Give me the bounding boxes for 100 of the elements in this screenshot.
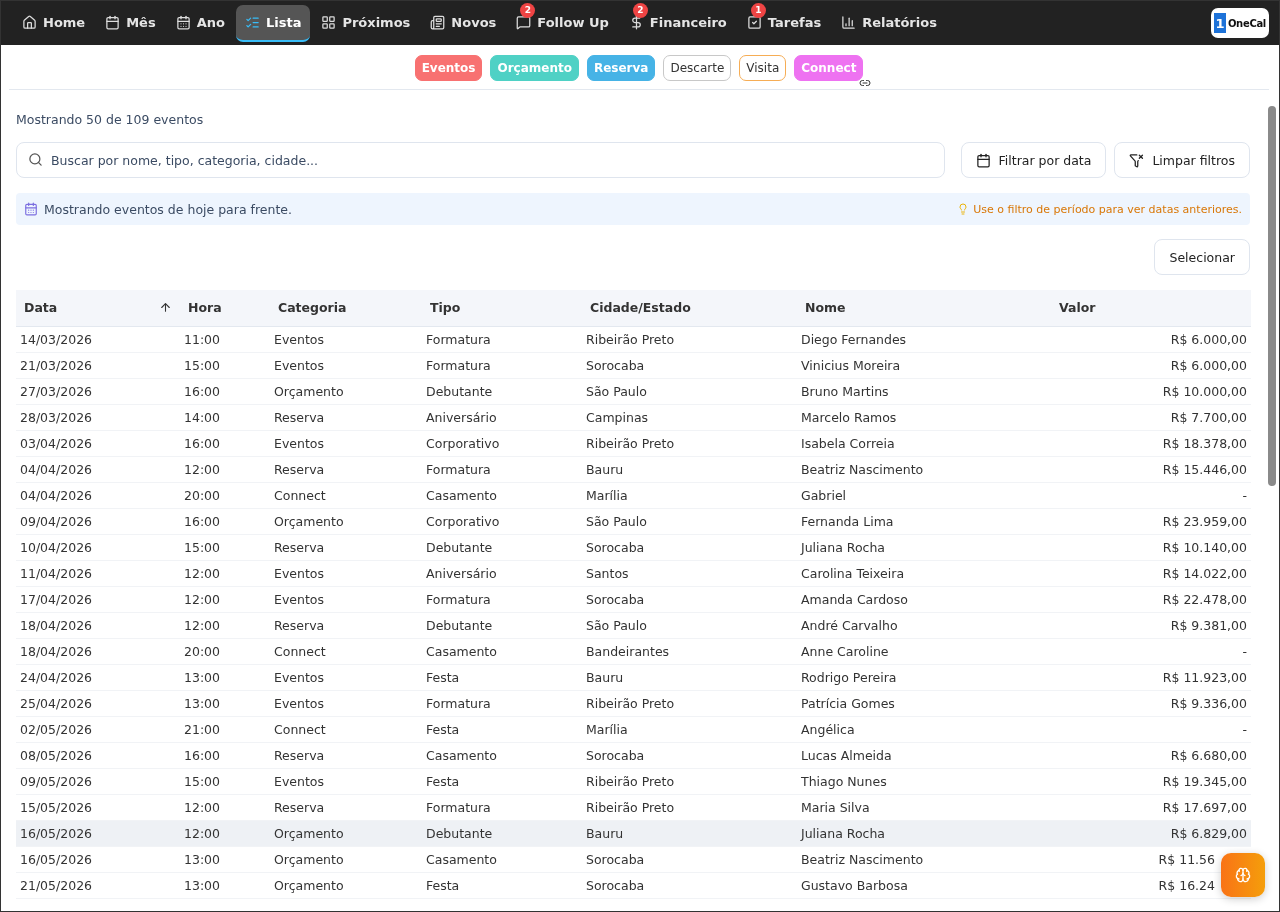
column-header[interactable]: Tipo bbox=[422, 290, 582, 326]
table-cell: R$ 17.697,00 bbox=[1051, 794, 1251, 820]
table-cell: Diego Fernandes bbox=[797, 326, 1051, 352]
table-cell: Reserva bbox=[270, 534, 422, 560]
assistant-button[interactable] bbox=[1221, 853, 1265, 897]
brain-icon bbox=[1235, 867, 1251, 883]
table-cell: Casamento bbox=[422, 846, 582, 872]
table-cell: Corporativo bbox=[422, 508, 582, 534]
nav-tab[interactable]: Lista bbox=[235, 4, 311, 42]
table-cell: Debutante bbox=[422, 534, 582, 560]
table-cell: 28/03/2026 bbox=[16, 404, 180, 430]
table-cell: Reserva bbox=[270, 742, 422, 768]
table-cell: R$ 6.680,00 bbox=[1051, 742, 1251, 768]
table-cell: 13:00 bbox=[180, 664, 270, 690]
table-cell: Debutante bbox=[422, 820, 582, 846]
column-header[interactable]: Hora bbox=[180, 290, 270, 326]
table-cell: Juliana Rocha bbox=[797, 820, 1051, 846]
table-cell: Eventos bbox=[270, 664, 422, 690]
table-cell: Festa bbox=[422, 768, 582, 794]
table-cell: Carolina Teixeira bbox=[797, 560, 1051, 586]
table-cell: Patrícia Gomes bbox=[797, 690, 1051, 716]
nav-tab[interactable]: Tarefas 1 bbox=[737, 4, 831, 42]
column-header[interactable]: Valor bbox=[1051, 290, 1251, 326]
clear-filters-button[interactable]: Limpar filtros bbox=[1114, 142, 1250, 178]
table-cell: Eventos bbox=[270, 326, 422, 352]
column-header[interactable]: Nome bbox=[797, 290, 1051, 326]
table-cell: 12:00 bbox=[180, 456, 270, 482]
table-cell: 12:00 bbox=[180, 612, 270, 638]
table-cell: 21:00 bbox=[180, 716, 270, 742]
column-header[interactable]: Data bbox=[16, 290, 180, 326]
nav-tab[interactable]: Relatórios bbox=[832, 4, 946, 42]
table-cell: 15:00 bbox=[180, 768, 270, 794]
table-cell: 12:00 bbox=[180, 794, 270, 820]
nav-tab[interactable]: Home bbox=[13, 4, 95, 42]
column-header[interactable]: Cidade/Estado bbox=[582, 290, 797, 326]
table-cell: 25/04/2026 bbox=[16, 690, 180, 716]
table-cell: R$ 7.700,00 bbox=[1051, 404, 1251, 430]
table-cell: Formatura bbox=[422, 456, 582, 482]
nav-tab[interactable]: Ano bbox=[166, 4, 234, 42]
checkbox-icon bbox=[746, 14, 762, 30]
table-cell: Reserva bbox=[270, 456, 422, 482]
lightbulb-icon bbox=[957, 203, 970, 215]
table-cell: Casamento bbox=[422, 742, 582, 768]
table-cell: Aniversário bbox=[422, 404, 582, 430]
table-cell: Fernanda Lima bbox=[797, 508, 1051, 534]
table-cell: 27/03/2026 bbox=[16, 378, 180, 404]
calendar-icon bbox=[105, 14, 121, 30]
table-cell: R$ 6.000,00 bbox=[1051, 352, 1251, 378]
table-cell: - bbox=[1051, 482, 1251, 508]
table-cell: Orçamento bbox=[270, 846, 422, 872]
count-badge: 2 bbox=[520, 2, 536, 18]
nav-tab[interactable]: Novos bbox=[421, 4, 506, 42]
table-cell: Bauru bbox=[582, 456, 797, 482]
table-cell: 04/04/2026 bbox=[16, 482, 180, 508]
table-cell: Eventos bbox=[270, 768, 422, 794]
table-cell: Ribeirão Preto bbox=[582, 768, 797, 794]
table-cell: 13:00 bbox=[180, 872, 270, 898]
table-cell: Reserva bbox=[270, 612, 422, 638]
table-cell: 20:00 bbox=[180, 482, 270, 508]
table-cell: R$ 9.336,00 bbox=[1051, 690, 1251, 716]
table-cell: Reserva bbox=[270, 404, 422, 430]
select-button[interactable]: Selecionar bbox=[1154, 239, 1250, 275]
filter-date-button[interactable]: Filtrar por data bbox=[960, 142, 1107, 178]
table-cell: Bauru bbox=[582, 664, 797, 690]
calendar-icon bbox=[175, 14, 191, 30]
table-cell: André Carvalho bbox=[797, 612, 1051, 638]
nav-tab[interactable]: Follow Up 2 bbox=[507, 4, 618, 42]
table-cell: 11:00 bbox=[180, 326, 270, 352]
table-cell: 21/03/2026 bbox=[16, 352, 180, 378]
table-cell: R$ 22.478,00 bbox=[1051, 586, 1251, 612]
logo[interactable]: 1 OneCal bbox=[1211, 8, 1269, 38]
hint-text: Use o filtro de período para ver datas anteriores. bbox=[973, 202, 1242, 216]
table-cell: Gustavo Barbosa bbox=[797, 872, 1051, 898]
nav-tab[interactable]: Financeiro 2 bbox=[619, 4, 736, 42]
table-cell: 16:00 bbox=[180, 508, 270, 534]
table-cell: Festa bbox=[422, 872, 582, 898]
category-chip[interactable]: Descarte bbox=[663, 55, 732, 81]
table-cell: Bauru bbox=[582, 820, 797, 846]
nav-tab[interactable]: Próximos bbox=[312, 4, 420, 42]
category-chip[interactable]: Visita bbox=[739, 55, 787, 81]
table-cell: Eventos bbox=[270, 352, 422, 378]
table-cell: 12:00 bbox=[180, 586, 270, 612]
table-cell: Ribeirão Preto bbox=[582, 690, 797, 716]
table-cell: Orçamento bbox=[270, 820, 422, 846]
table-cell: - bbox=[1051, 716, 1251, 742]
table-cell: Festa bbox=[422, 716, 582, 742]
table-cell: Bruno Martins bbox=[797, 378, 1051, 404]
table-cell: R$ 10.000,00 bbox=[1051, 378, 1251, 404]
count-badge: 1 bbox=[750, 2, 766, 18]
logo-mark: 1 bbox=[1214, 13, 1226, 33]
table-cell: Marília bbox=[582, 716, 797, 742]
table-cell: Beatriz Nascimento bbox=[797, 456, 1051, 482]
nav-tab[interactable]: Mês bbox=[96, 4, 165, 42]
table-cell: Formatura bbox=[422, 326, 582, 352]
column-header[interactable]: Categoria bbox=[270, 290, 422, 326]
table-cell: Formatura bbox=[422, 352, 582, 378]
search-field[interactable]: Buscar por nome, tipo, categoria, cidade... bbox=[16, 142, 945, 178]
table-cell: Ribeirão Preto bbox=[582, 430, 797, 456]
table-cell: 16/05/2026 bbox=[16, 820, 180, 846]
table-cell: R$ 6.829,00 bbox=[1051, 820, 1251, 846]
